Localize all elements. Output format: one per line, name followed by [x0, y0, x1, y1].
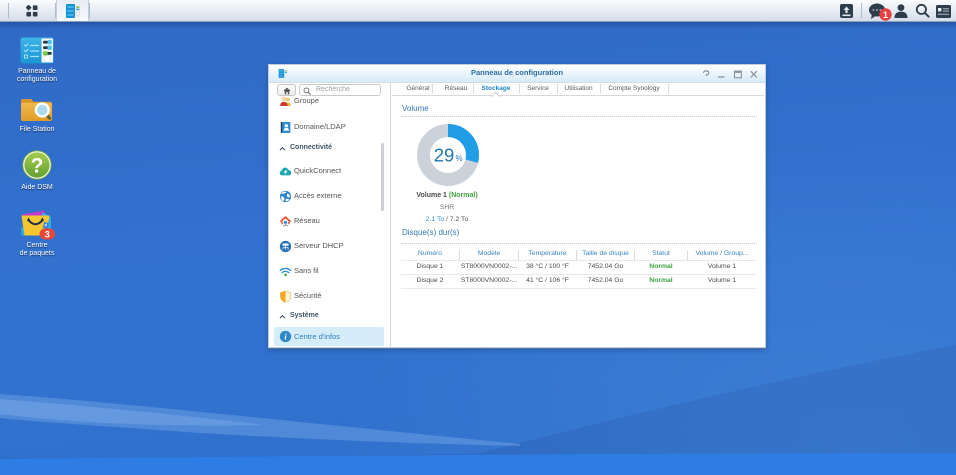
- svg-text:29: 29: [434, 144, 455, 165]
- svg-text:3: 3: [45, 229, 50, 239]
- svg-text:%: %: [456, 154, 463, 163]
- svg-text:?: ?: [31, 155, 44, 178]
- svg-text:1: 1: [883, 10, 888, 20]
